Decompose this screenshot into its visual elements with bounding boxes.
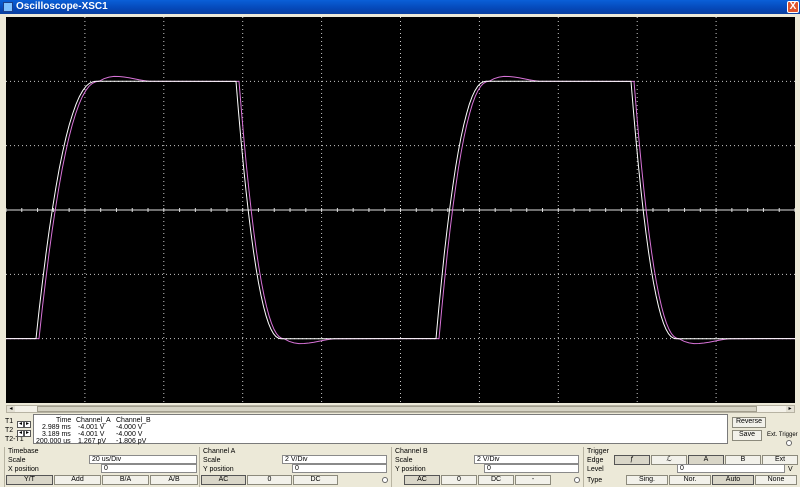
ext-trigger-connector-icon[interactable] [786, 440, 792, 446]
header-channel-a: Channel_A [76, 417, 111, 424]
channel-a-dc-button[interactable]: DC [293, 475, 338, 485]
title-bar: Oscilloscope-XSC1 X [0, 0, 800, 14]
trigger-auto-button[interactable]: Auto [712, 475, 754, 485]
timebase-scale-field[interactable]: 20 us/Div [89, 455, 197, 464]
channel-b-ac-button[interactable]: AC [404, 475, 440, 485]
t2-left-arrow-icon[interactable]: ◂ [17, 430, 24, 437]
oscilloscope-app-icon [3, 2, 13, 12]
channel-a-scale-field[interactable]: 2 V/Div [282, 455, 387, 464]
window-title: Oscilloscope-XSC1 [16, 1, 108, 12]
channel-b-dc-button[interactable]: DC [478, 475, 514, 485]
ext-trigger-label: Ext. Trigger [767, 432, 798, 438]
horizontal-scrollbar[interactable]: ◂ ▸ [6, 405, 795, 413]
measurement-readout: Time Channel_A Channel_B 2.989 ms -4.001… [33, 414, 728, 445]
scroll-right-icon[interactable]: ▸ [786, 406, 794, 412]
row-label-t1: T1 [5, 418, 14, 425]
t2-right-arrow-icon[interactable]: ▸ [24, 430, 31, 437]
timebase-title: Timebase [8, 448, 39, 455]
oscilloscope-display [6, 17, 795, 403]
channel-a-section: Channel A Scale 2 V/Div Y position 0 AC … [199, 447, 390, 487]
trigger-none-button[interactable]: None [755, 475, 797, 485]
channel-b-minus-button[interactable]: - [515, 475, 551, 485]
mode-ba-button[interactable]: B/A [102, 475, 149, 485]
channel-b-title: Channel B [395, 448, 428, 455]
channel-a-connector-icon[interactable] [382, 477, 388, 483]
t2-channel-a: -4.001 V [78, 431, 105, 438]
trigger-level-unit: V [788, 466, 793, 473]
header-time: Time [56, 417, 72, 424]
channel-a-scale-label: Scale [203, 457, 221, 464]
type-label: Type [587, 477, 603, 484]
t2-time: 3.189 ms [42, 431, 71, 438]
timebase-scale-label: Scale [8, 457, 26, 464]
channel-b-connector-icon[interactable] [574, 477, 580, 483]
edge-rising-button[interactable]: ƒ [614, 455, 650, 465]
t1-cursor-controls: ◂ ▸ [17, 418, 31, 428]
channel-a-ypos-field[interactable]: 0 [292, 464, 387, 473]
x-position-label: X position [8, 466, 39, 473]
trigger-single-button[interactable]: Sing. [626, 475, 668, 485]
timebase-section: Timebase Scale 20 us/Div X position 0 Y/… [4, 447, 198, 487]
mode-add-button[interactable]: Add [54, 475, 101, 485]
scrollbar-thumb[interactable] [37, 406, 757, 412]
row-label-t2: T2 [5, 427, 14, 434]
t1-time: 2.989 ms [42, 424, 71, 431]
trigger-title: Trigger [587, 448, 609, 455]
t1-channel-b: -4.000 V [116, 424, 143, 431]
channel-b-scale-label: Scale [395, 457, 413, 464]
waveform-plot [6, 17, 795, 403]
mode-yt-button[interactable]: Y/T [6, 475, 53, 485]
trigger-normal-button[interactable]: Nor. [669, 475, 711, 485]
level-label: Level [587, 466, 604, 473]
row-label-t2-t1: T2-T1 [5, 436, 24, 443]
t1-channel-a: -4.001 V [78, 424, 105, 431]
t2-channel-b: -4.000 V [116, 431, 143, 438]
scroll-left-icon[interactable]: ◂ [7, 406, 15, 412]
grid [6, 17, 795, 403]
x-position-field[interactable]: 0 [101, 464, 197, 473]
trigger-section: Trigger Edge ƒ ℒ A B Ext Level 0 V Type … [583, 447, 798, 487]
channel-a-ypos-label: Y position [203, 466, 234, 473]
channel-b-ypos-field[interactable]: 0 [484, 464, 579, 473]
save-button[interactable]: Save [732, 430, 762, 441]
channel-a-ac-button[interactable]: AC [201, 475, 246, 485]
close-button[interactable]: X [787, 1, 799, 13]
edge-label: Edge [587, 457, 604, 464]
channel-a-zero-button[interactable]: 0 [247, 475, 292, 485]
mode-ab-button[interactable]: A/B [150, 475, 198, 485]
trigger-level-field[interactable]: 0 [677, 464, 785, 473]
t2-t1-time: 200.000 us [36, 438, 71, 445]
channel-a-title: Channel A [203, 448, 236, 455]
t2-t1-channel-b: -1.806 pV [116, 438, 147, 445]
header-channel-b: Channel_B [116, 417, 151, 424]
channel-b-ypos-label: Y position [395, 466, 426, 473]
channel-b-section: Channel B Scale 2 V/Div Y position 0 AC … [391, 447, 582, 487]
channel-b-zero-button[interactable]: 0 [441, 475, 477, 485]
reverse-button[interactable]: Reverse [732, 417, 766, 428]
t2-t1-channel-a: 1.267 pV [78, 438, 107, 445]
t2-cursor-controls: ◂ ▸ [17, 427, 31, 437]
channel-b-scale-field[interactable]: 2 V/Div [474, 455, 579, 464]
